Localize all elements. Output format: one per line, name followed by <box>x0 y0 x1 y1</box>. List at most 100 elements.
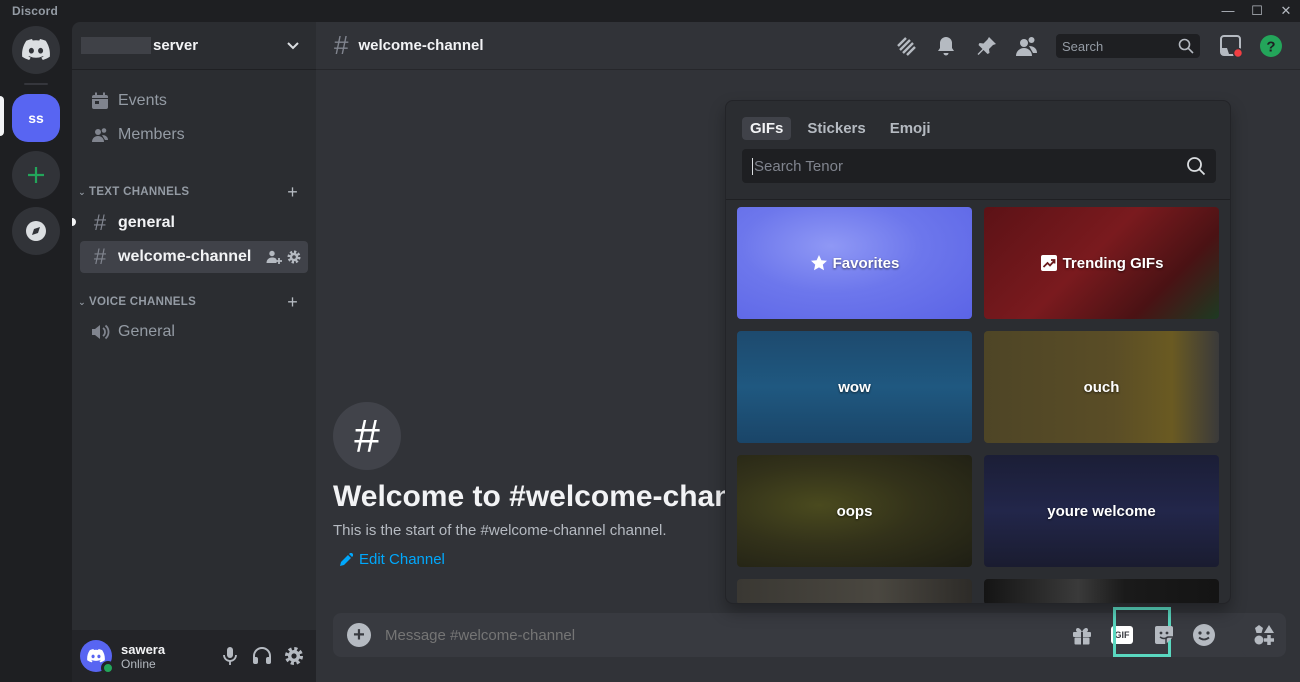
notification-settings-button[interactable] <box>934 34 958 58</box>
inbox-icon <box>1220 35 1243 58</box>
channel-general[interactable]: # general <box>72 207 308 239</box>
avatar[interactable] <box>80 640 115 675</box>
online-status-dot <box>101 661 115 675</box>
tab-gifs[interactable]: GIFs <box>742 117 792 140</box>
category-label: TEXT CHANNELS <box>89 186 190 198</box>
user-panel: sawera Online <box>72 630 316 682</box>
apps-icon <box>1254 625 1274 645</box>
gif-tile-partial[interactable] <box>737 579 972 603</box>
members-list-icon <box>1016 37 1037 56</box>
gif-category-oops[interactable]: oops <box>737 455 972 567</box>
gif-category-wow[interactable]: wow <box>737 331 972 443</box>
tile-label: Favorites <box>832 254 900 272</box>
maximize-button[interactable]: ☐ <box>1243 2 1271 20</box>
title-bar: Discord — ☐ ✕ <box>0 0 1300 22</box>
bell-icon <box>938 37 954 56</box>
sidebar-item-events[interactable]: Events <box>80 85 308 117</box>
edit-channel-link[interactable]: Edit Channel <box>333 551 725 568</box>
tab-emoji[interactable]: Emoji <box>882 117 939 140</box>
tile-background <box>984 579 1219 603</box>
create-channel-icon[interactable]: + <box>287 182 298 203</box>
gif-category-favorites[interactable]: Favorites <box>737 207 972 319</box>
chevron-down-icon: ⌄ <box>78 296 86 307</box>
category-voice-channels[interactable]: ⌄ VOICE CHANNELS + <box>76 292 308 312</box>
member-list-button[interactable] <box>1015 34 1039 58</box>
gif-category-youre-welcome[interactable]: youre welcome <box>984 455 1219 567</box>
picker-tabs: GIFs Stickers Emoji <box>742 117 939 140</box>
plus-icon: + <box>353 623 365 646</box>
user-settings-button[interactable] <box>278 640 310 672</box>
home-button[interactable] <box>12 26 60 74</box>
gear-icon[interactable] <box>286 249 302 265</box>
tile-label: youre welcome <box>1047 502 1156 520</box>
tab-stickers[interactable]: Stickers <box>799 117 873 140</box>
headphones-icon <box>253 647 271 664</box>
sidebar-item-label: Events <box>118 92 167 109</box>
selected-server-indicator <box>0 96 4 136</box>
sidebar-item-members[interactable]: Members <box>80 119 308 151</box>
tile-label: oops <box>836 502 873 520</box>
explore-servers-button[interactable] <box>12 207 60 255</box>
trending-icon <box>1040 255 1057 271</box>
app-name: Discord <box>12 4 59 18</box>
server-initials: ss <box>28 110 44 126</box>
inbox-button[interactable] <box>1219 34 1243 58</box>
threads-icon <box>897 37 916 56</box>
unread-indicator <box>72 218 76 226</box>
emoji-button[interactable] <box>1188 619 1220 651</box>
channel-welcome: # Welcome to #welcome-channel! This is t… <box>333 402 725 568</box>
channel-name: General <box>118 323 175 340</box>
microphone-icon <box>223 647 237 665</box>
server-header[interactable]: server <box>72 22 316 70</box>
hash-icon: # <box>333 402 401 470</box>
minimize-button[interactable]: — <box>1214 2 1242 20</box>
server-ss[interactable]: ss <box>12 94 60 142</box>
channel-sidebar: server Events Members ⌄ TEXT CHANNELS + … <box>72 22 316 682</box>
help-icon: ? <box>1260 35 1282 57</box>
username: sawera <box>121 641 166 657</box>
pencil-icon <box>340 552 353 566</box>
sticker-button[interactable] <box>1148 619 1180 651</box>
tile-background <box>737 579 972 603</box>
close-button[interactable]: ✕ <box>1272 2 1300 20</box>
voice-channel-general[interactable]: General <box>80 316 308 348</box>
upload-button[interactable]: + <box>347 623 371 647</box>
mute-button[interactable] <box>214 640 246 672</box>
gift-button[interactable] <box>1066 619 1098 651</box>
sticker-icon <box>1155 626 1173 644</box>
hash-icon: # <box>334 30 349 60</box>
message-input[interactable] <box>385 626 1045 644</box>
apps-button[interactable] <box>1242 613 1286 657</box>
gif-tile-partial[interactable] <box>984 579 1219 603</box>
discord-logo-icon <box>22 39 50 60</box>
deafen-button[interactable] <box>246 640 278 672</box>
members-icon <box>90 125 110 145</box>
invite-icon[interactable] <box>266 249 282 265</box>
user-status: Online <box>121 656 156 671</box>
gift-icon <box>1073 627 1091 645</box>
help-button[interactable]: ? <box>1259 34 1283 58</box>
user-info[interactable]: sawera Online <box>121 642 214 671</box>
add-server-button[interactable] <box>12 151 60 199</box>
gif-search-input[interactable] <box>752 157 1186 175</box>
gif-picker: GIFs Stickers Emoji Favorites Trending G… <box>725 100 1231 604</box>
star-icon <box>810 255 827 271</box>
threads-button[interactable] <box>894 34 918 58</box>
search-icon <box>1178 38 1194 54</box>
gif-category-ouch[interactable]: ouch <box>984 331 1219 443</box>
gif-search-field[interactable] <box>742 149 1216 183</box>
edit-channel-label: Edit Channel <box>359 551 445 568</box>
gear-icon <box>285 647 303 665</box>
create-channel-icon[interactable]: + <box>287 292 298 313</box>
category-text-channels[interactable]: ⌄ TEXT CHANNELS + <box>76 182 308 202</box>
redacted-text <box>81 37 151 54</box>
gif-category-trending[interactable]: Trending GIFs <box>984 207 1219 319</box>
server-rail: ss <box>0 22 72 682</box>
compass-icon <box>26 221 46 241</box>
pinned-messages-button[interactable] <box>975 34 999 58</box>
emoji-icon <box>1193 624 1215 646</box>
search-input[interactable]: Search <box>1056 34 1200 58</box>
channel-welcome-channel[interactable]: # welcome-channel <box>80 241 308 273</box>
message-composer: + GIF <box>333 607 1283 657</box>
hash-icon: # <box>93 244 107 269</box>
